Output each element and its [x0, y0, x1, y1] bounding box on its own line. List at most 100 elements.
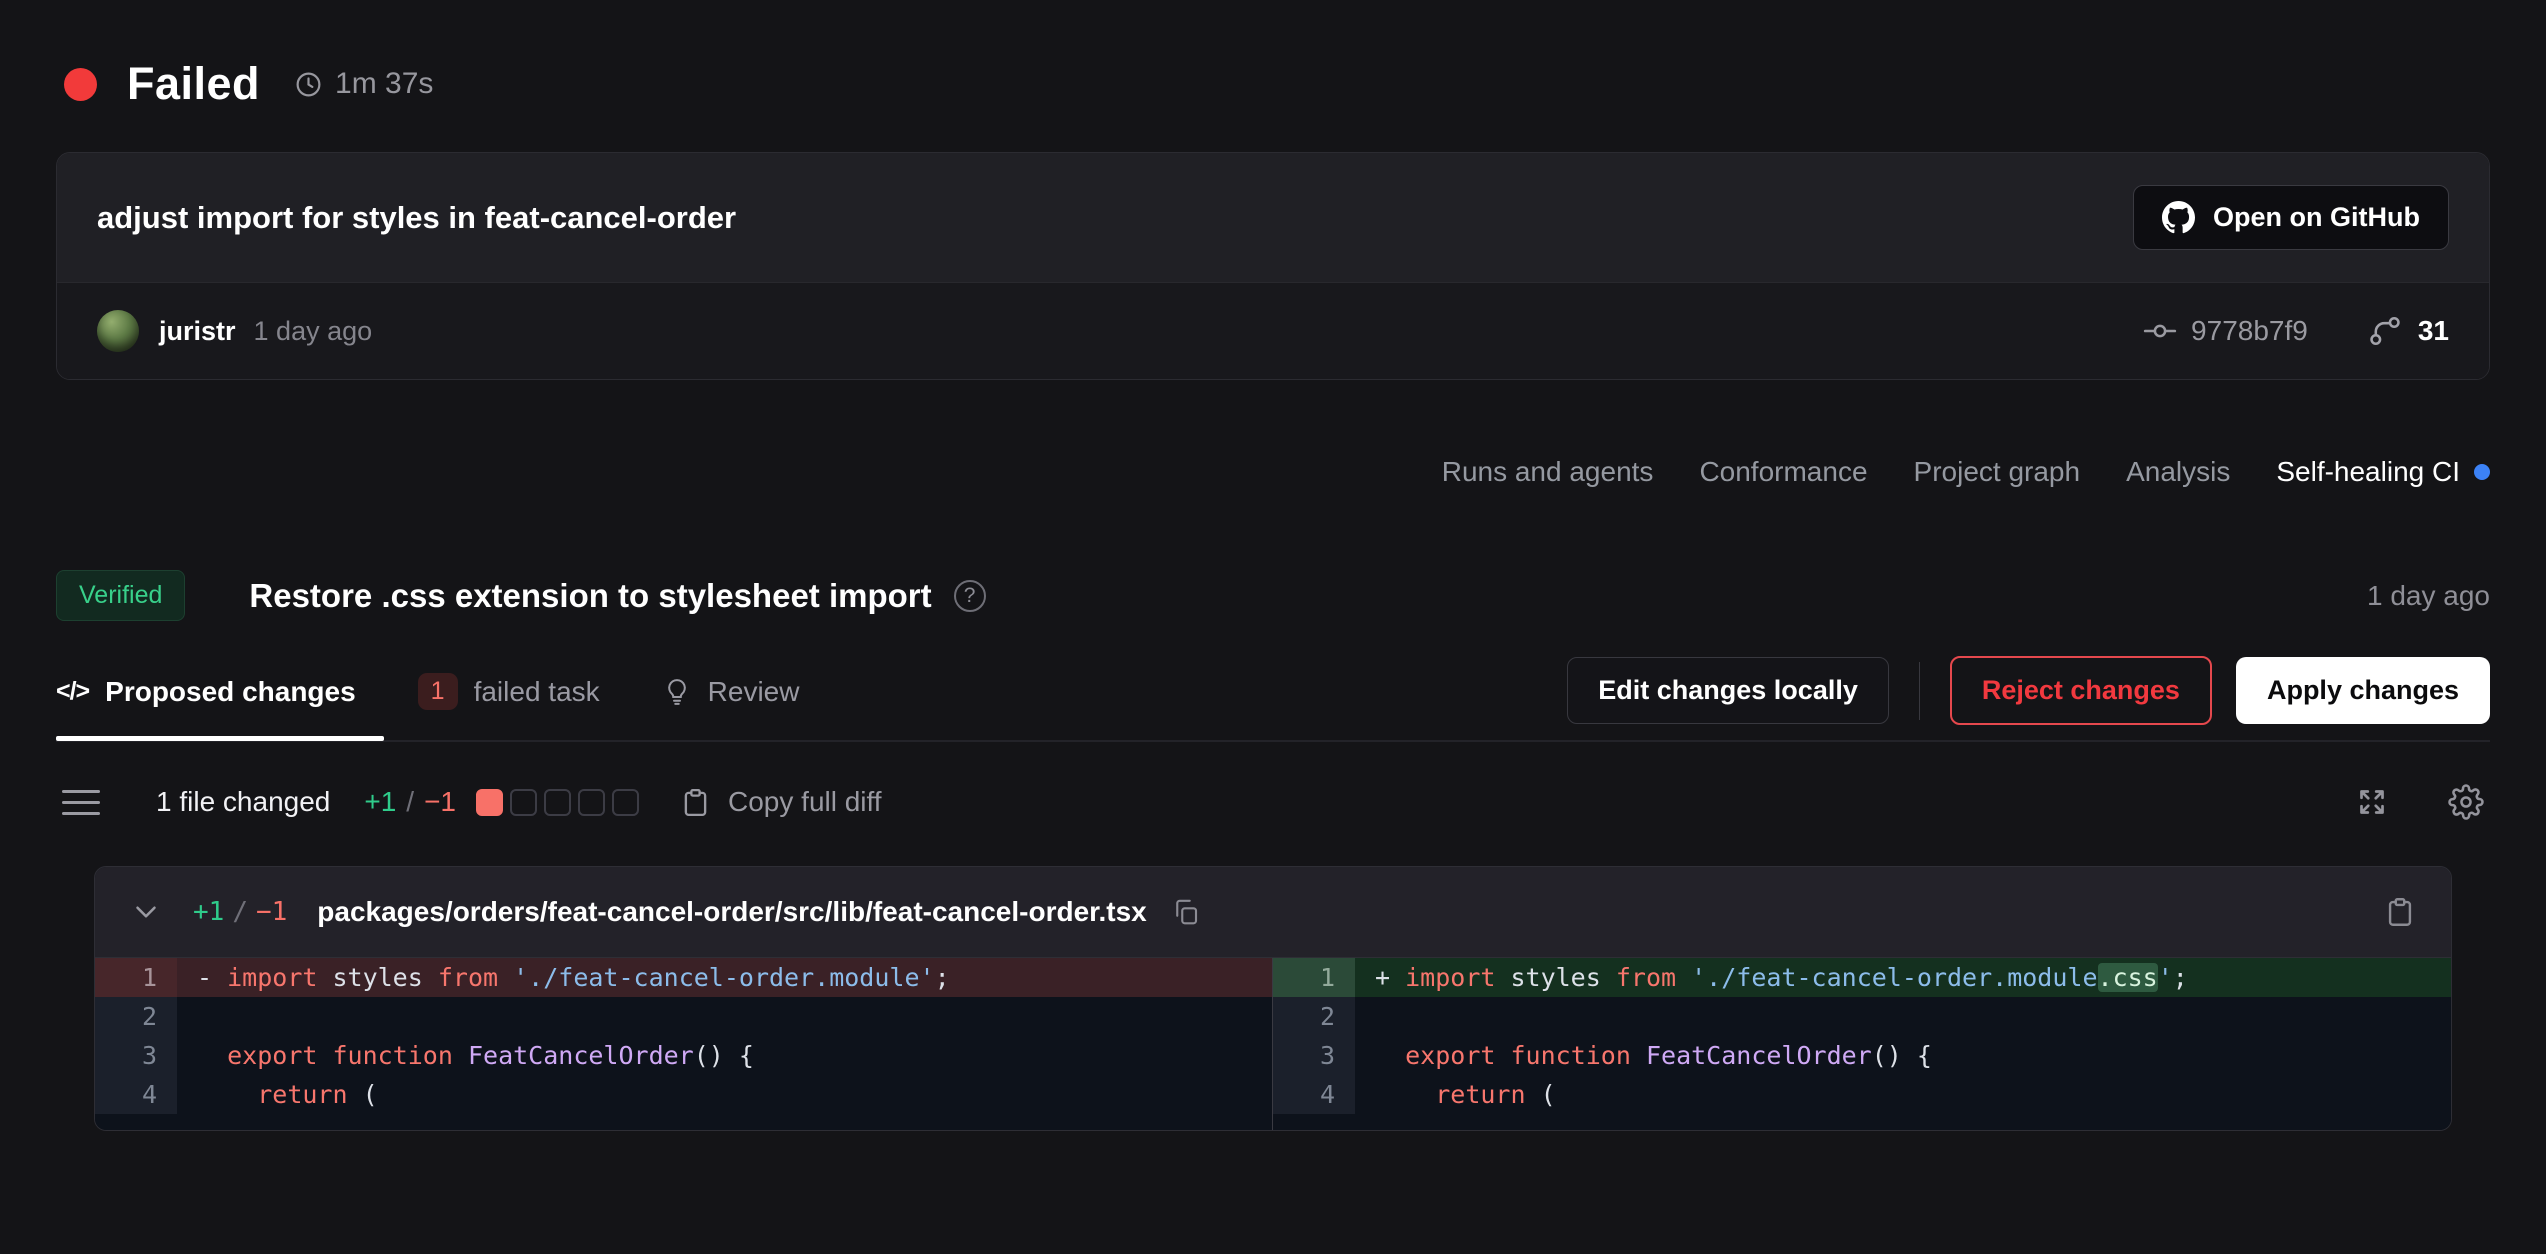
edit-changes-locally-button[interactable]: Edit changes locally: [1567, 657, 1889, 724]
lightbulb-icon: [662, 677, 692, 707]
diff-line: 3 export function FeatCancelOrder() {: [1273, 1036, 2451, 1075]
notification-dot: [2474, 464, 2490, 480]
file-diff-counts: +1 / −1: [193, 897, 287, 927]
copy-path-icon[interactable]: [1171, 897, 1201, 927]
commit-card-footer: juristr 1 day ago 9778b7f9 31: [57, 282, 2489, 379]
nav-analysis[interactable]: Analysis: [2126, 456, 2230, 488]
nav-project-graph[interactable]: Project graph: [1914, 456, 2081, 488]
github-icon: [2162, 201, 2195, 234]
added-count: +1: [364, 786, 396, 818]
diff-line: 2: [95, 997, 1272, 1036]
nav-runs-and-agents[interactable]: Runs and agents: [1442, 456, 1654, 488]
tab-proposed-changes[interactable]: </> Proposed changes: [56, 658, 356, 738]
author-name: juristr: [159, 316, 236, 347]
expand-icon[interactable]: [2354, 784, 2390, 820]
code-line: return (: [177, 1075, 1272, 1114]
code-icon: </>: [56, 677, 89, 706]
commit-sha: 9778b7f9: [2191, 315, 2308, 347]
tab-failed-task[interactable]: 1 failed task: [418, 655, 600, 740]
diff-line: 1+ import styles from './feat-cancel-ord…: [1273, 958, 2451, 997]
code-line: return (: [1355, 1075, 2451, 1114]
diff-file-card: +1 / −1 packages/orders/feat-cancel-orde…: [94, 866, 2452, 1131]
fix-header: Verified Restore .css extension to style…: [56, 570, 2490, 621]
line-number: 2: [95, 997, 177, 1036]
failed-status-dot: [64, 68, 97, 101]
diff-stat-square: [612, 789, 639, 816]
diff-stat-square: [476, 789, 503, 816]
tab-failed-task-label: failed task: [474, 676, 600, 708]
code-line: + import styles from './feat-cancel-orde…: [1355, 958, 2451, 997]
run-status-label: Failed: [127, 58, 260, 110]
code-line: export function FeatCancelOrder() {: [177, 1036, 1272, 1075]
diff-stat-squares: [476, 789, 639, 816]
nav-self-healing-ci-label: Self-healing CI: [2276, 456, 2460, 488]
nav-self-healing-ci[interactable]: Self-healing CI: [2276, 456, 2490, 488]
line-number: 4: [1273, 1075, 1355, 1114]
code-line: - import styles from './feat-cancel-orde…: [177, 958, 1272, 997]
open-on-github-label: Open on GitHub: [2213, 202, 2420, 233]
removed-count: −1: [424, 786, 456, 818]
diff-toolbar: 1 file changed +1 / −1 Copy full diff: [56, 784, 2490, 820]
diff-body: 1- import styles from './feat-cancel-ord…: [95, 957, 2451, 1130]
diff-toolbar-right: [2354, 784, 2484, 820]
clipboard-icon: [679, 786, 712, 819]
diff-line: 4 return (: [95, 1075, 1272, 1114]
gear-icon[interactable]: [2448, 784, 2484, 820]
diff-stat-square: [544, 789, 571, 816]
workspace-nav: Runs and agents Conformance Project grap…: [56, 456, 2490, 488]
commit-icon: [2143, 314, 2177, 348]
copy-file-icon[interactable]: [2383, 895, 2417, 929]
copy-full-diff-button[interactable]: Copy full diff: [679, 786, 882, 819]
failed-task-count-badge: 1: [418, 673, 458, 710]
nav-conformance[interactable]: Conformance: [1699, 456, 1867, 488]
commit-card-header: adjust import for styles in feat-cancel-…: [57, 153, 2489, 282]
line-number: 1: [95, 958, 177, 997]
commit-time: 1 day ago: [254, 316, 373, 347]
fix-title: Restore .css extension to stylesheet imp…: [249, 577, 931, 615]
file-list-menu-icon[interactable]: [62, 790, 100, 815]
button-divider: [1919, 662, 1920, 720]
tab-bar: </> Proposed changes 1 failed task Revie…: [56, 655, 2490, 742]
line-number: 3: [1273, 1036, 1355, 1075]
commit-card: adjust import for styles in feat-cancel-…: [56, 152, 2490, 380]
diff-line: 4 return (: [1273, 1075, 2451, 1114]
diff-stat-counts: +1 / −1: [364, 786, 456, 818]
code-line: export function FeatCancelOrder() {: [1355, 1036, 2451, 1075]
diff-line: 3 export function FeatCancelOrder() {: [95, 1036, 1272, 1075]
code-line: [1355, 997, 2451, 1036]
branch-count: 31: [2418, 315, 2449, 347]
diff-panel-after: 1+ import styles from './feat-cancel-ord…: [1273, 958, 2451, 1130]
reject-changes-button[interactable]: Reject changes: [1950, 656, 2212, 725]
branch-count-link[interactable]: 31: [2368, 314, 2449, 348]
line-number: 3: [95, 1036, 177, 1075]
tab-proposed-changes-label: Proposed changes: [105, 676, 356, 708]
commit-title: adjust import for styles in feat-cancel-…: [97, 200, 736, 236]
commit-meta: 9778b7f9 31: [2143, 314, 2449, 348]
files-changed-label: 1 file changed: [156, 786, 330, 818]
line-number: 2: [1273, 997, 1355, 1036]
diff-stat-square: [578, 789, 605, 816]
run-duration-text: 1m 37s: [335, 67, 433, 101]
action-buttons: Edit changes locally Reject changes Appl…: [1567, 656, 2490, 725]
help-icon[interactable]: ?: [954, 580, 986, 612]
avatar: [97, 310, 139, 352]
verified-badge: Verified: [56, 570, 185, 621]
page: Failed 1m 37s adjust import for styles i…: [0, 0, 2546, 1131]
line-number: 4: [95, 1075, 177, 1114]
git-graph-icon: [2368, 314, 2402, 348]
chevron-down-icon[interactable]: [129, 895, 163, 929]
tab-review[interactable]: Review: [662, 658, 800, 738]
fix-time: 1 day ago: [2367, 580, 2490, 612]
tab-review-label: Review: [708, 676, 800, 708]
run-status-row: Failed 1m 37s: [64, 58, 2490, 110]
line-number: 1: [1273, 958, 1355, 997]
open-on-github-button[interactable]: Open on GitHub: [2133, 185, 2449, 250]
commit-sha-link[interactable]: 9778b7f9: [2143, 314, 2308, 348]
apply-changes-button[interactable]: Apply changes: [2236, 657, 2490, 724]
code-line: [177, 997, 1272, 1036]
clock-icon: [294, 70, 323, 99]
file-path: packages/orders/feat-cancel-order/src/li…: [317, 896, 1146, 928]
run-duration: 1m 37s: [294, 67, 433, 101]
diff-panel-before: 1- import styles from './feat-cancel-ord…: [95, 958, 1273, 1130]
copy-full-diff-label: Copy full diff: [728, 786, 882, 818]
